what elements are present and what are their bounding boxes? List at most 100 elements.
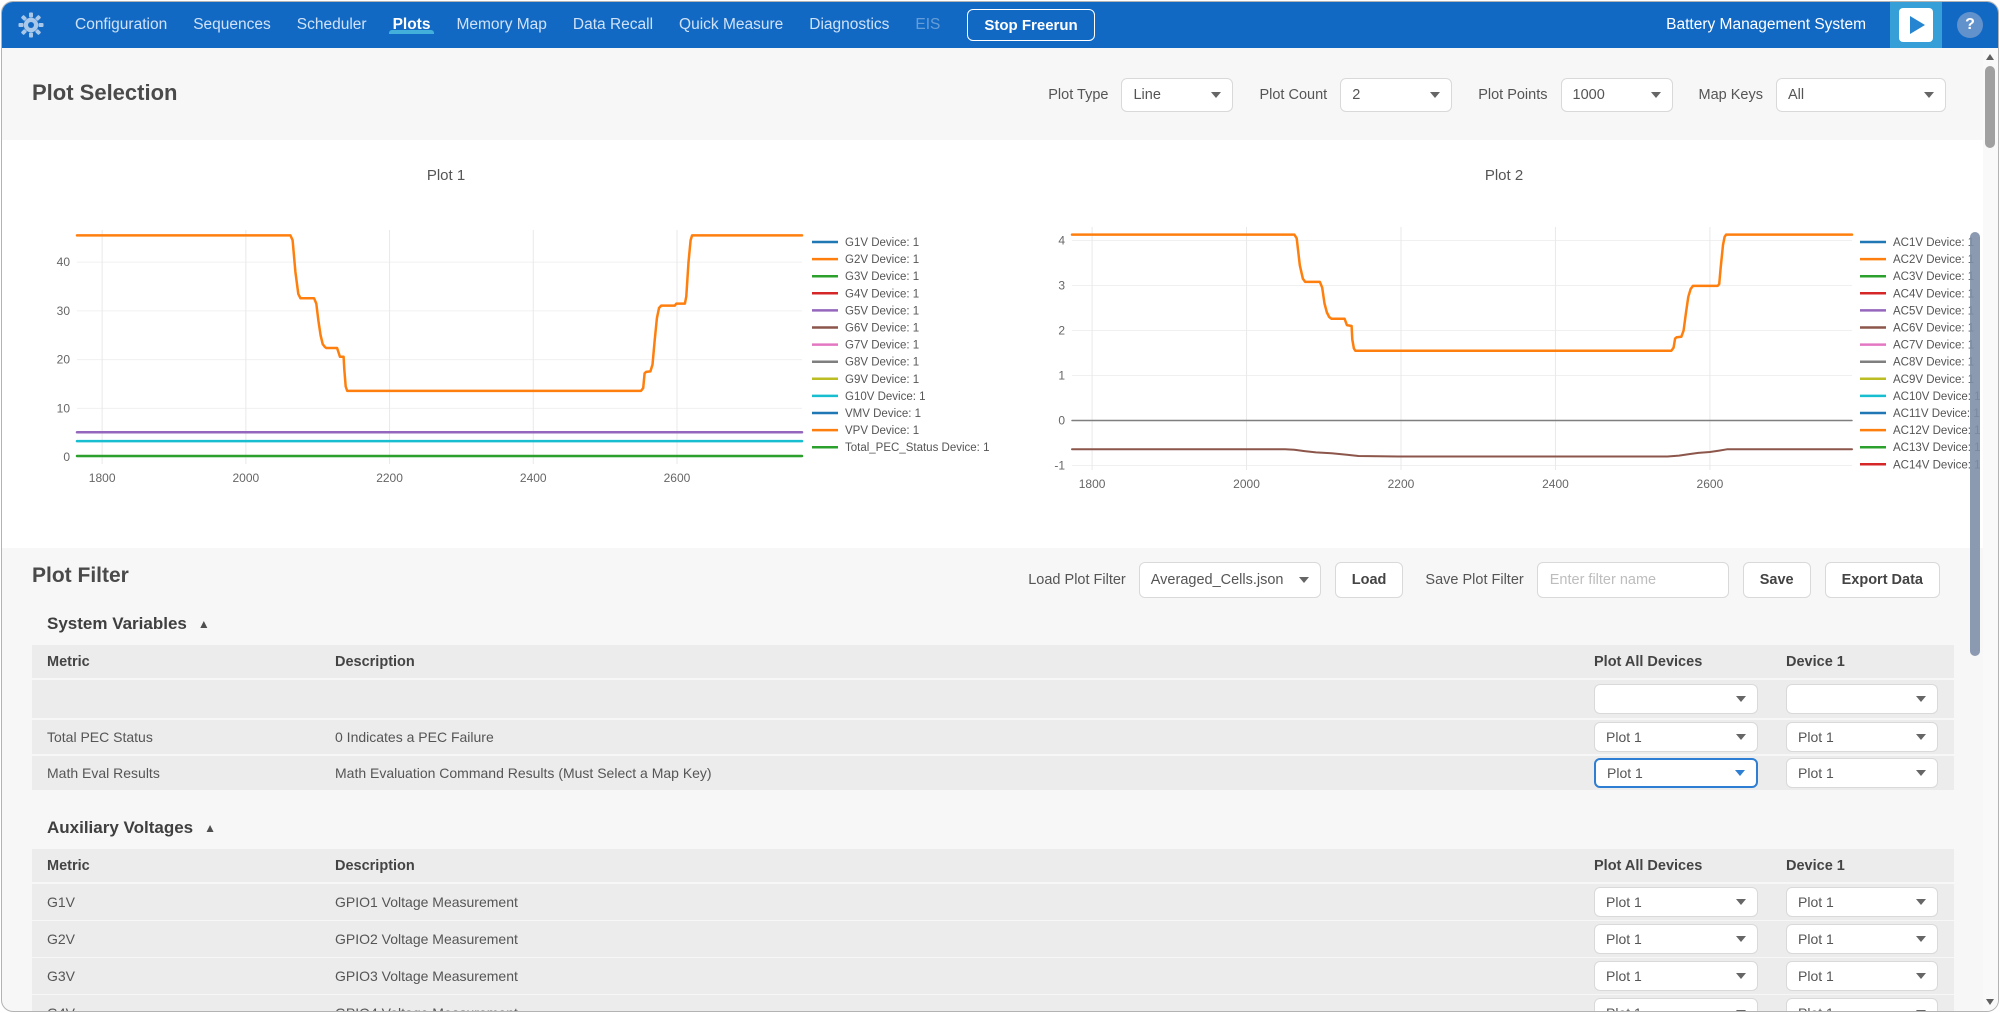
save-button[interactable]: Save	[1743, 562, 1811, 598]
nav-left: ConfigurationSequencesSchedulerPlotsMemo…	[2, 2, 1095, 48]
nav-item-diagnostics[interactable]: Diagnostics	[796, 16, 902, 34]
svg-text:0: 0	[1058, 414, 1065, 428]
legend-label: AC1V Device: 1	[1893, 237, 1974, 249]
device1-cell: Plot 1	[1782, 887, 1954, 917]
device1-select-math-eval-results[interactable]: Plot 1	[1786, 758, 1938, 788]
play-button[interactable]	[1890, 2, 1942, 48]
plot-2-chart: Plot 2-10123418002000220024002600AC1V De…	[1042, 152, 1992, 542]
section-spacer	[32, 792, 1954, 818]
device1-select-g2v[interactable]: Plot 1	[1786, 924, 1938, 954]
metric-cell: Math Eval Results	[32, 765, 335, 781]
help-button[interactable]: ?	[1942, 12, 1998, 38]
chevron-down-icon	[1916, 973, 1926, 979]
metric-cell: G3V	[32, 968, 335, 984]
plot-all-cell: Plot 1	[1590, 758, 1782, 788]
device1-cell: Plot 1	[1782, 924, 1954, 954]
device1-select-g3v[interactable]: Plot 1	[1786, 961, 1938, 991]
plot-all-select-math-eval-results[interactable]: Plot 1	[1594, 758, 1758, 788]
device1-select-g4v[interactable]: Plot 1	[1786, 998, 1938, 1012]
plot-all-select-g1v-value: Plot 1	[1606, 894, 1642, 910]
load-button[interactable]: Load	[1335, 562, 1404, 598]
filter-plot-all-select[interactable]	[1594, 684, 1758, 714]
legend-label: AC6V Device: 1	[1893, 323, 1974, 335]
svg-text:4: 4	[1058, 234, 1065, 248]
filter-name-input[interactable]	[1537, 562, 1729, 598]
section-heading-auxiliary-voltages: Auxiliary Voltages ▲	[47, 818, 1954, 838]
table-row-total-pec-status: Total PEC Status0 Indicates a PEC Failur…	[32, 720, 1954, 754]
page-scrollbar-thumb[interactable]	[1985, 66, 1995, 148]
device1-select-g1v-value: Plot 1	[1798, 894, 1834, 910]
chevron-down-icon	[1651, 92, 1661, 98]
nav-item-eis[interactable]: EIS	[902, 16, 953, 34]
plots-card: Plot 101020304018002000220024002600G1V D…	[2, 140, 1998, 548]
plot-count-select[interactable]: 2	[1340, 78, 1452, 112]
plot-all-select-g1v[interactable]: Plot 1	[1594, 887, 1758, 917]
map-keys-select[interactable]: All	[1776, 78, 1946, 112]
auxiliary-voltages-table: MetricDescriptionPlot All DevicesDevice …	[32, 849, 1954, 1012]
device1-select-total-pec-status[interactable]: Plot 1	[1786, 722, 1938, 752]
chevron-down-icon	[1916, 936, 1926, 942]
nav-item-memory-map[interactable]: Memory Map	[443, 16, 559, 34]
legend-label: G6V Device: 1	[845, 323, 919, 335]
plot-points-label: Plot Points	[1478, 87, 1547, 103]
scroll-up-icon[interactable]	[1986, 54, 1994, 60]
plot-selection-title: Plot Selection	[32, 80, 177, 106]
nav-item-data-recall[interactable]: Data Recall	[560, 16, 666, 34]
svg-text:40: 40	[57, 255, 71, 269]
load-filter-select[interactable]: Averaged_Cells.json	[1139, 562, 1321, 598]
metric-cell: Total PEC Status	[32, 729, 335, 745]
device1-cell: Plot 1	[1782, 961, 1954, 991]
nav-item-configuration[interactable]: Configuration	[62, 16, 180, 34]
collapse-triangle-up-icon[interactable]: ▲	[198, 617, 210, 631]
plot-all-select-g3v[interactable]: Plot 1	[1594, 961, 1758, 991]
collapse-triangle-up-icon[interactable]: ▲	[204, 821, 216, 835]
plot-all-cell: Plot 1	[1590, 924, 1782, 954]
plot-filter-tools: Load Plot Filter Averaged_Cells.json Loa…	[1028, 562, 1940, 598]
stop-freerun-button[interactable]: Stop Freerun	[967, 9, 1094, 41]
scroll-down-icon[interactable]	[1986, 999, 1994, 1005]
plot-type-select[interactable]: Line	[1121, 78, 1233, 112]
nav-item-scheduler[interactable]: Scheduler	[284, 16, 380, 34]
load-plot-filter-label: Load Plot Filter	[1028, 572, 1126, 588]
legend-label: AC11V Device: 1	[1893, 408, 1980, 420]
table-filter-row	[32, 680, 1954, 718]
nav-item-quick-measure[interactable]: Quick Measure	[666, 16, 796, 34]
nav-item-plots[interactable]: Plots	[380, 16, 444, 34]
legend-label: G7V Device: 1	[845, 340, 919, 352]
legend-label: AC13V Device: 1	[1893, 442, 1981, 454]
device1-select-g2v-value: Plot 1	[1798, 931, 1834, 947]
svg-text:2600: 2600	[1697, 477, 1724, 491]
chevron-down-icon	[1916, 734, 1926, 740]
nav-item-sequences[interactable]: Sequences	[180, 16, 284, 34]
legend-label: AC10V Device: 1	[1893, 391, 1981, 403]
svg-text:2000: 2000	[233, 471, 260, 485]
svg-text:-1: -1	[1054, 459, 1065, 473]
series-vpv-device-1	[77, 235, 802, 391]
plot-all-select-total-pec-status[interactable]: Plot 1	[1594, 722, 1758, 752]
description-cell: GPIO4 Voltage Measurement	[335, 1005, 1590, 1012]
plot-all-select-g4v[interactable]: Plot 1	[1594, 998, 1758, 1012]
svg-text:2200: 2200	[1388, 477, 1415, 491]
filter-tables: System Variables▲MetricDescriptionPlot A…	[32, 614, 1954, 1012]
plot-count-select-value: 2	[1352, 87, 1360, 103]
chevron-down-icon	[1211, 92, 1221, 98]
page-scrollbar[interactable]	[1983, 48, 1998, 1011]
device1-select-g1v[interactable]: Plot 1	[1786, 887, 1938, 917]
plots-scrollbar-thumb[interactable]	[1970, 232, 1980, 656]
legend-label: G8V Device: 1	[845, 357, 919, 369]
auxiliary-voltages-title: Auxiliary Voltages	[47, 818, 193, 838]
plot-all-select-g2v[interactable]: Plot 1	[1594, 924, 1758, 954]
filter-device1-select[interactable]	[1786, 684, 1938, 714]
export-data-button[interactable]: Export Data	[1825, 562, 1940, 598]
chevron-down-icon	[1916, 1010, 1926, 1012]
description-cell: GPIO1 Voltage Measurement	[335, 894, 1590, 910]
chevron-down-icon	[1736, 936, 1746, 942]
plot-selection-controls: Plot TypeLinePlot Count2Plot Points1000M…	[1022, 78, 1946, 112]
svg-text:1800: 1800	[89, 471, 116, 485]
plot-points-select[interactable]: 1000	[1561, 78, 1673, 112]
gear-icon[interactable]	[18, 12, 44, 38]
legend-label: G1V Device: 1	[845, 237, 919, 249]
chevron-down-icon	[1736, 696, 1746, 702]
legend-label: AC8V Device: 1	[1893, 357, 1974, 369]
plot-type-label: Plot Type	[1048, 87, 1108, 103]
